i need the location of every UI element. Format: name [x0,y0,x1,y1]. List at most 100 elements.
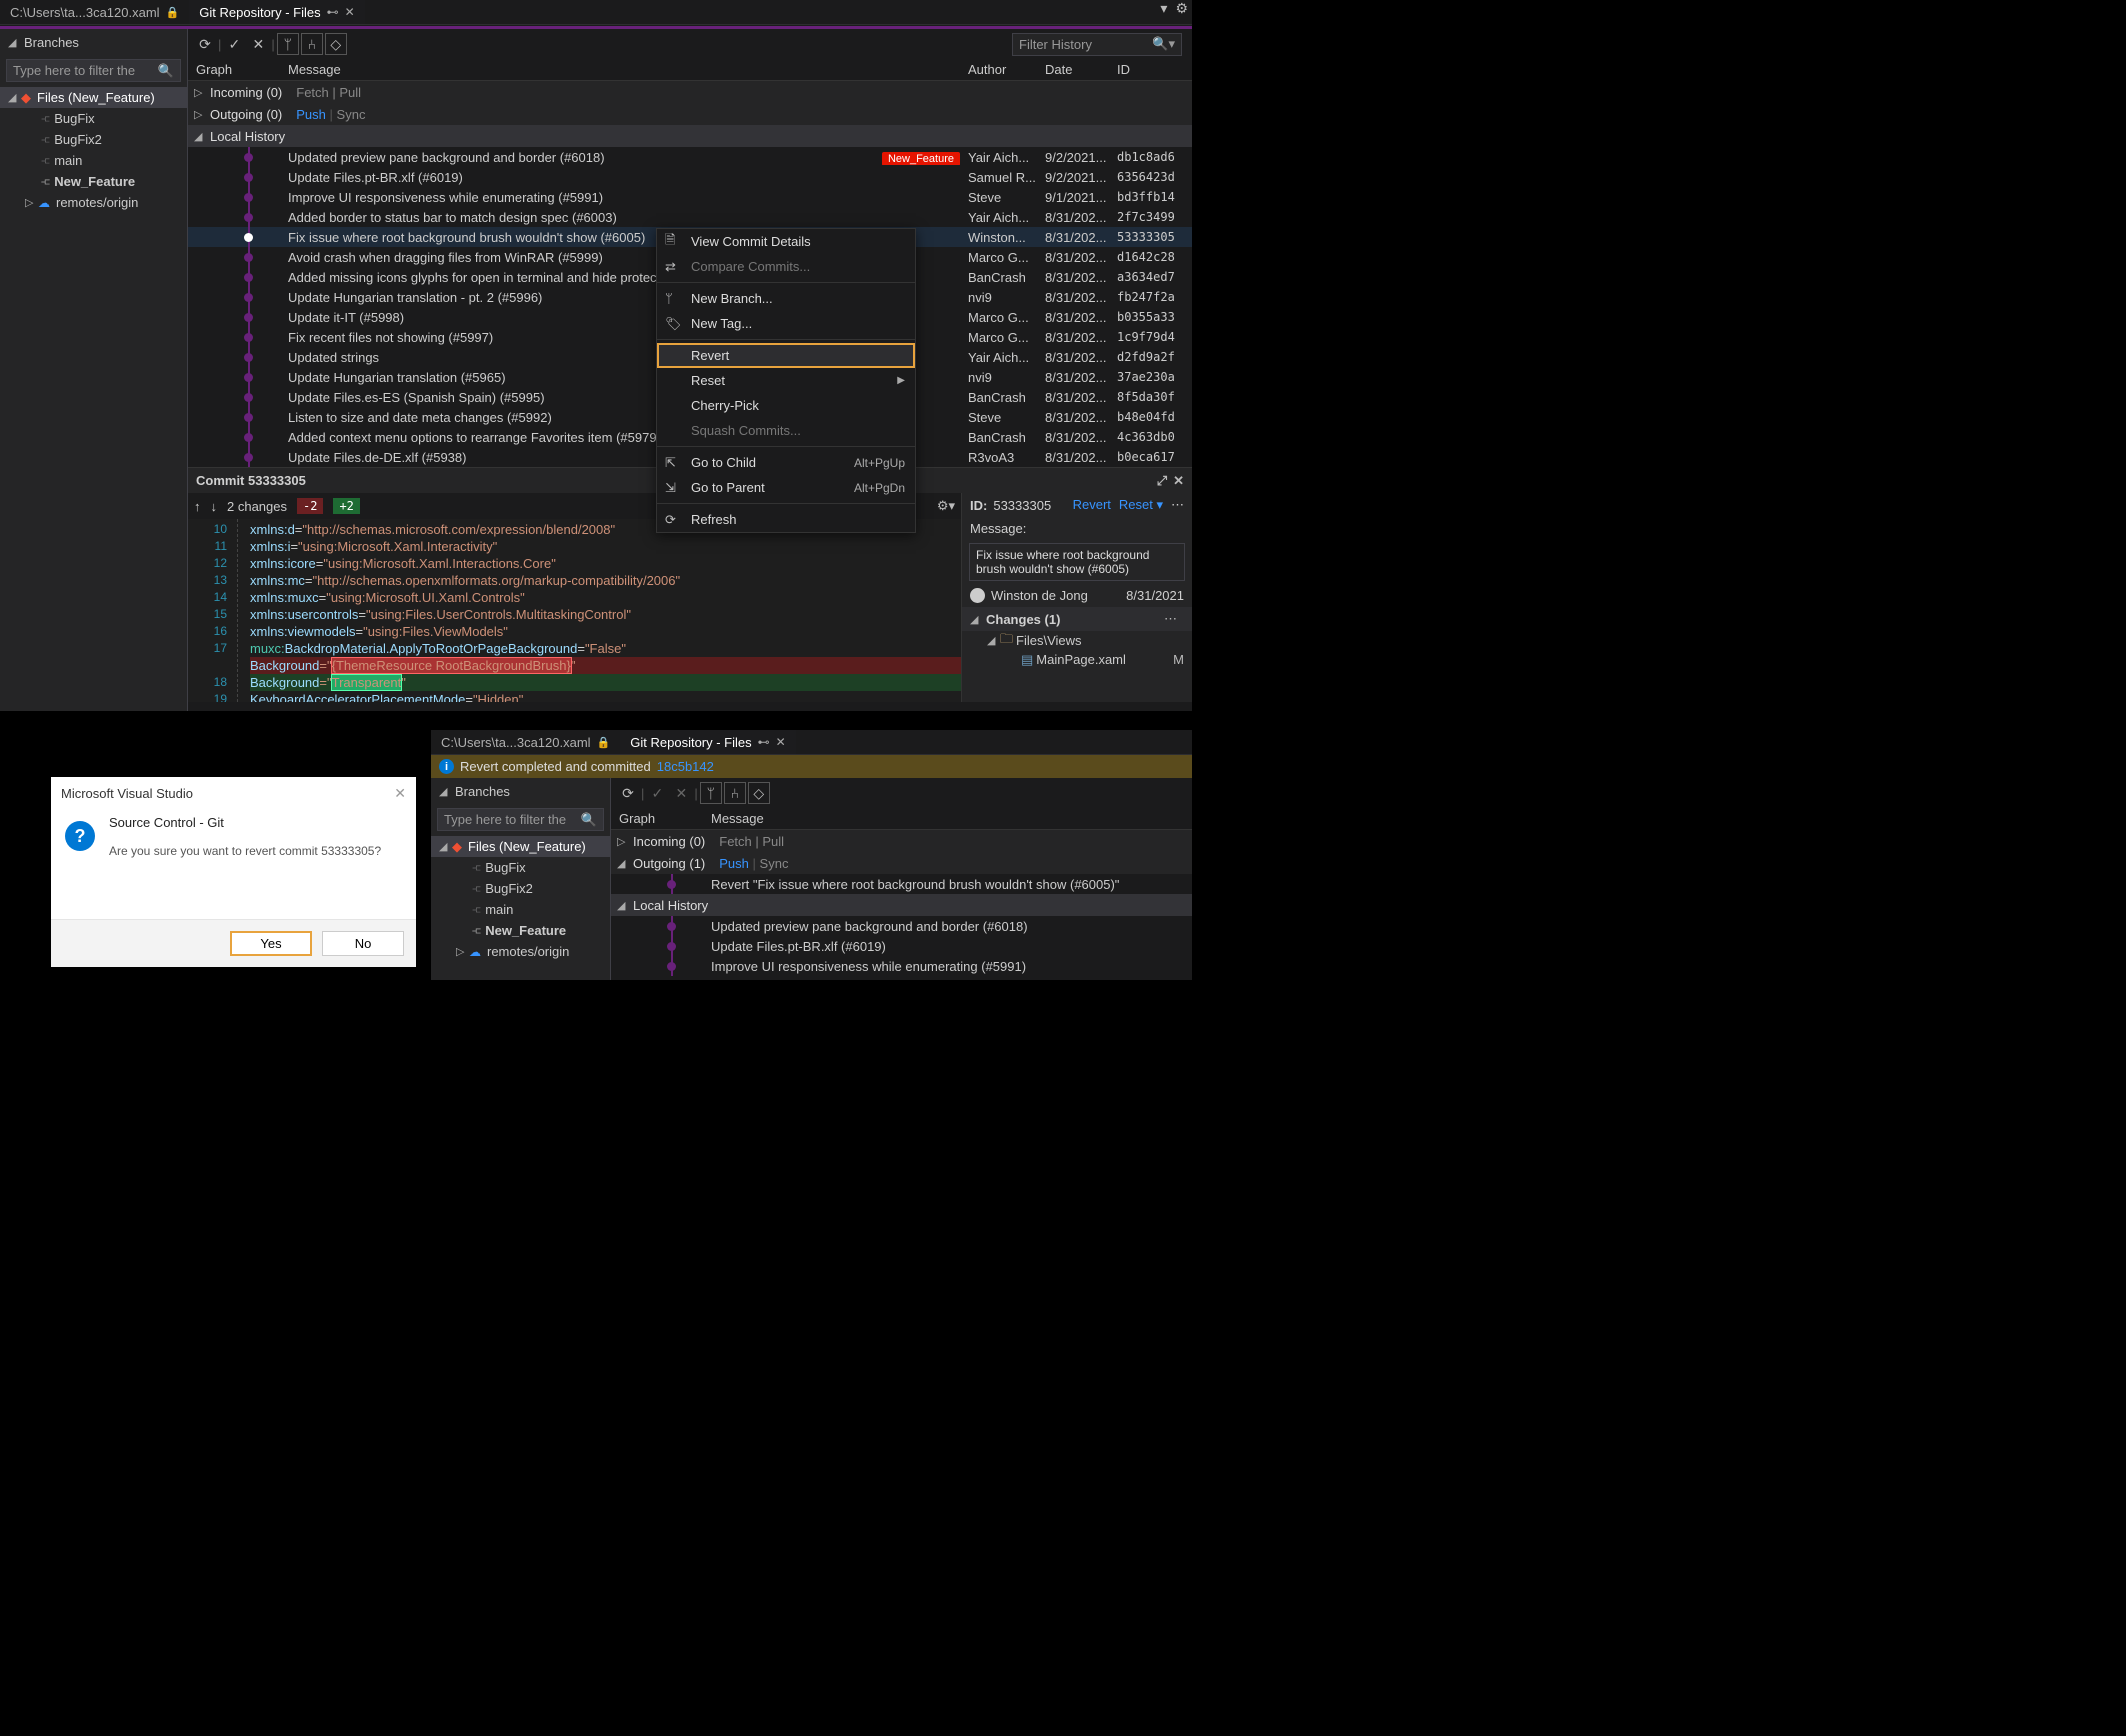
branch-current[interactable]: ◢ ◆ Files (New_Feature) [0,87,187,108]
code-diff[interactable]: 1011121314151617 1819 xmlns:d="http://sc… [188,519,961,702]
maximize-icon[interactable]: ⤢ [1157,473,1167,489]
branch-icon[interactable]: ᛘ [700,782,722,804]
commit-id: 1c9f79d4 [1117,330,1192,344]
more-icon[interactable]: ⋯ [1171,497,1184,513]
col-graph[interactable]: Graph [188,62,288,77]
tab-git-repository[interactable]: Git Repository - Files ⊷ ✕ [189,0,364,24]
cloud-icon: ☁ [38,196,50,210]
gear-icon[interactable]: ⚙▾ [937,498,955,514]
pin-icon[interactable]: ⊷ [327,5,339,19]
section-incoming[interactable]: ▷Incoming (0)Fetch | Pull [611,830,1192,852]
commit-row[interactable]: Updated preview pane background and bord… [188,147,1192,167]
branch-main[interactable]: ⑂main [0,150,187,171]
branches-header[interactable]: ◢ Branches [431,778,610,805]
branch-icon[interactable]: ᛘ [277,33,299,55]
merge-icon[interactable]: ⑃ [301,33,323,55]
commit-row[interactable]: Update Files.pt-BR.xlf (#6019)Samuel R..… [188,167,1192,187]
pin-icon[interactable]: ⊷ [758,735,770,749]
commit-author: Winston de Jong [991,588,1088,603]
col-author[interactable]: Author [968,62,1045,77]
section-incoming[interactable]: ▷ Incoming (0) Fetch | Pull [188,81,1192,103]
check-icon[interactable]: ✓ [223,33,245,55]
filter-history-input[interactable]: Filter History 🔍▾ [1012,33,1182,56]
col-date[interactable]: Date [1045,62,1117,77]
section-local-history[interactable]: ◢Local History [611,894,1192,916]
ctx-reset[interactable]: Reset▶ [657,368,915,393]
x-icon[interactable]: ✕ [670,782,692,804]
info-commit-link[interactable]: 18c5b142 [657,759,714,774]
close-icon[interactable]: ✕ [1173,473,1184,489]
fetch-link[interactable]: Fetch [296,85,329,100]
close-icon[interactable]: ✕ [776,735,786,749]
section-local-history[interactable]: ◢ Local History [188,125,1192,147]
ctx-new-branch[interactable]: ᛘNew Branch... [657,286,915,311]
ctx-view-details[interactable]: 🗎View Commit Details [657,229,915,254]
sync-link[interactable]: Sync [337,107,366,122]
up-arrow-icon[interactable]: ↑ [194,499,201,514]
commit-row[interactable]: Improve UI responsiveness while enumerat… [611,956,1192,976]
more-icon[interactable]: ⋯ [1164,611,1184,627]
ctx-go-child[interactable]: ⇱Go to ChildAlt+PgUp [657,450,915,475]
push-link[interactable]: Push [719,856,749,871]
branches-search-input[interactable]: Type here to filter the 🔍 [437,808,604,831]
folder-row[interactable]: ◢🗀 Files\Views [962,631,1192,650]
ctx-new-tag[interactable]: 🏷New Tag... [657,311,915,336]
branch-bugfix2[interactable]: ⑂BugFix2 [431,878,610,899]
branches-header[interactable]: ◢ Branches [0,29,187,56]
pull-link[interactable]: Pull [339,85,361,100]
branch-remotes[interactable]: ▷☁remotes/origin [0,192,187,213]
branches-search-input[interactable]: Type here to filter the 🔍 [6,59,181,82]
close-icon[interactable]: ✕ [394,785,406,802]
close-icon[interactable]: ✕ [345,5,355,19]
yes-button[interactable]: Yes [230,931,312,956]
branch-main[interactable]: ⑂main [431,899,610,920]
commit-date: 8/31/202... [1045,310,1117,325]
branch-new-feature[interactable]: ⑂New_Feature [431,920,610,941]
commit-row[interactable]: Revert "Fix issue where root background … [611,874,1192,894]
commit-row[interactable]: Added border to status bar to match desi… [188,207,1192,227]
branch-remotes[interactable]: ▷☁remotes/origin [431,941,610,962]
section-outgoing[interactable]: ▷ Outgoing (0) Push | Sync [188,103,1192,125]
branch-bugfix2[interactable]: ⑂BugFix2 [0,129,187,150]
col-graph[interactable]: Graph [611,811,711,826]
ctx-revert[interactable]: Revert [657,343,915,368]
down-arrow-icon[interactable]: ↓ [211,499,218,514]
tag-icon[interactable]: ◇ [325,33,347,55]
dropdown-icon[interactable]: ▾ [1160,0,1167,24]
tag-icon[interactable]: ◇ [748,782,770,804]
no-button[interactable]: No [322,931,404,956]
tab-file[interactable]: C:\Users\ta...3ca120.xaml 🔒 [431,730,620,754]
tab-file[interactable]: C:\Users\ta...3ca120.xaml 🔒 [0,0,189,24]
commit-date: 8/31/202... [1045,250,1117,265]
merge-icon[interactable]: ⑃ [724,782,746,804]
ctx-go-parent[interactable]: ⇲Go to ParentAlt+PgDn [657,475,915,500]
gear-icon[interactable]: ⚙ [1175,0,1188,24]
revert-link[interactable]: Revert [1073,497,1111,513]
x-icon[interactable]: ✕ [247,33,269,55]
commit-row[interactable]: Improve UI responsiveness while enumerat… [188,187,1192,207]
dialog-titlebar[interactable]: Microsoft Visual Studio ✕ [51,777,416,809]
fetch-link[interactable]: Fetch [719,834,752,849]
col-message[interactable]: Message [288,62,968,77]
push-link[interactable]: Push [296,107,326,122]
ctx-refresh[interactable]: ⟳Refresh [657,507,915,532]
commit-row[interactable]: Updated preview pane background and bord… [611,916,1192,936]
reset-link[interactable]: Reset ▾ [1119,497,1163,513]
section-outgoing[interactable]: ◢Outgoing (1)Push | Sync [611,852,1192,874]
ctx-cherry-pick[interactable]: Cherry-Pick [657,393,915,418]
branch-new-feature[interactable]: ⑂New_Feature [0,171,187,192]
local-history-label: Local History [633,898,708,913]
tab-git-repository[interactable]: Git Repository - Files ⊷ ✕ [620,730,795,754]
check-icon[interactable]: ✓ [646,782,668,804]
col-message[interactable]: Message [711,811,1192,826]
commit-row[interactable]: Update Files.pt-BR.xlf (#6019) [611,936,1192,956]
file-row[interactable]: ▤ MainPage.xamlM [962,650,1192,669]
branch-current[interactable]: ◢◆Files (New_Feature) [431,836,610,857]
sync-link[interactable]: Sync [760,856,789,871]
pull-link[interactable]: Pull [762,834,784,849]
col-id[interactable]: ID [1117,62,1192,77]
branch-bugfix[interactable]: ⑂BugFix [0,108,187,129]
refresh-icon[interactable]: ⟳ [617,782,639,804]
refresh-icon[interactable]: ⟳ [194,33,216,55]
branch-bugfix[interactable]: ⑂BugFix [431,857,610,878]
